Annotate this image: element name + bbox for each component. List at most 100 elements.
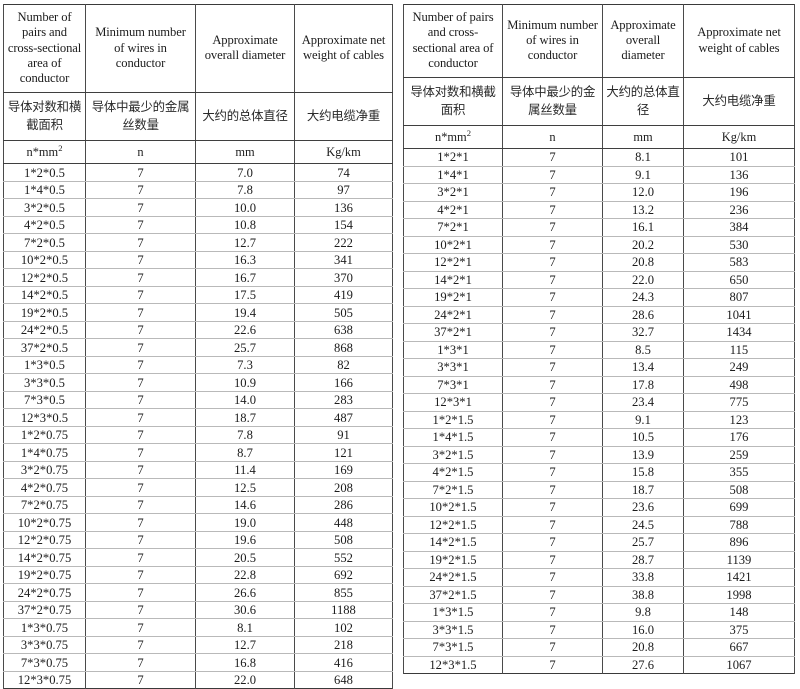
table-cell: 37*2*1 bbox=[403, 323, 503, 342]
table-cell: 12*2*0.5 bbox=[3, 268, 86, 287]
table-row: 24*2*0.5 7 22.6 638 bbox=[3, 320, 393, 340]
table-cell: 25.7 bbox=[195, 338, 295, 357]
table-cell: 7 bbox=[85, 233, 196, 252]
table-cell: 419 bbox=[294, 285, 393, 305]
table-cell: 24*2*1.5 bbox=[403, 568, 503, 587]
table-cell: 7 bbox=[85, 478, 196, 497]
table-cell: 14*2*1.5 bbox=[403, 533, 503, 552]
table-cell: 7 bbox=[85, 460, 196, 480]
table-row: 1*4*1 7 9.1 136 bbox=[403, 165, 795, 185]
table-cell: 583 bbox=[683, 253, 795, 272]
cable-specification-table-right: Number of pairs and cross-sectional area… bbox=[403, 4, 795, 675]
table-cell: 667 bbox=[683, 638, 795, 657]
table-cell: 12.5 bbox=[195, 478, 295, 497]
table-cell: 218 bbox=[294, 635, 393, 655]
table-cell: 699 bbox=[683, 498, 795, 517]
table-row: 10*2*0.75 7 19.0 448 bbox=[3, 513, 393, 532]
column-unit-0: n*mm2 bbox=[3, 140, 86, 165]
table-row: 19*2*1.5 7 28.7 1139 bbox=[403, 550, 795, 570]
table-cell: 1188 bbox=[294, 600, 393, 620]
table-cell: 12*3*1 bbox=[403, 393, 503, 412]
table-cell: 1*2*0.75 bbox=[3, 425, 86, 445]
table-cell: 7 bbox=[502, 323, 603, 342]
table-cell: 384 bbox=[683, 218, 795, 237]
table-row: 1*3*1.5 7 9.8 148 bbox=[403, 603, 795, 622]
document-sheet: Number of pairs and cross-sectional area… bbox=[0, 0, 800, 689]
table-cell: 17.5 bbox=[195, 285, 295, 305]
table-cell: 14.0 bbox=[195, 390, 295, 410]
table-row: 1*2*0.75 7 7.8 91 bbox=[3, 425, 393, 445]
table-cell: 7*3*1.5 bbox=[403, 638, 503, 657]
table-cell: 12*2*1 bbox=[403, 253, 503, 272]
table-row: 3*2*1.5 7 13.9 259 bbox=[403, 445, 795, 465]
table-cell: 18.7 bbox=[602, 480, 684, 500]
table-cell: 7 bbox=[85, 180, 196, 200]
table-cell: 7 bbox=[502, 655, 603, 674]
table-row: 1*4*1.5 7 10.5 176 bbox=[403, 428, 795, 447]
table-cell: 1*2*0.5 bbox=[3, 163, 86, 182]
column-header-en-2: Approximate overall diameter bbox=[602, 4, 684, 79]
header-row-units: n*mm2 n mm Kg/km bbox=[403, 125, 795, 150]
table-row: 10*2*1.5 7 23.6 699 bbox=[403, 498, 795, 517]
table-cell: 37*2*1.5 bbox=[403, 585, 503, 605]
table-cell: 27.6 bbox=[602, 655, 684, 674]
table-cell: 7*2*0.75 bbox=[3, 495, 86, 515]
table-cell: 28.6 bbox=[602, 305, 684, 325]
table-cell: 102 bbox=[294, 618, 393, 637]
table-row: 37*2*1 7 32.7 1434 bbox=[403, 323, 795, 342]
table-row: 24*2*1.5 7 33.8 1421 bbox=[403, 568, 795, 587]
table-cell: 7 bbox=[502, 550, 603, 570]
column-unit-text-0: n*mm bbox=[26, 144, 59, 159]
table-row: 1*3*0.5 7 7.3 82 bbox=[3, 355, 393, 375]
table-cell: 38.8 bbox=[602, 585, 684, 605]
table-cell: 13.4 bbox=[602, 358, 684, 377]
table-cell: 82 bbox=[294, 355, 393, 375]
table-cell: 1*3*1 bbox=[403, 340, 503, 360]
table-cell: 7 bbox=[502, 463, 603, 482]
table-cell: 15.8 bbox=[602, 463, 684, 482]
table-cell: 16.8 bbox=[195, 653, 295, 672]
table-cell: 868 bbox=[294, 338, 393, 357]
table-cell: 16.0 bbox=[602, 620, 684, 640]
table-cell: 10*2*1 bbox=[403, 235, 503, 255]
column-header-cn-0: 导体对数和横截面积 bbox=[3, 92, 86, 142]
table-row: 14*2*1.5 7 25.7 896 bbox=[403, 533, 795, 552]
column-header-en-2: Approximate overall diameter bbox=[195, 4, 295, 94]
table-cell: 13.9 bbox=[602, 445, 684, 465]
column-header-en-3: Approximate net weight of cables bbox=[294, 4, 393, 94]
table-cell: 222 bbox=[294, 233, 393, 252]
table-cell: 1*3*0.75 bbox=[3, 618, 86, 637]
table-cell: 10.8 bbox=[195, 215, 295, 235]
table-cell: 8.1 bbox=[195, 618, 295, 637]
table-cell: 91 bbox=[294, 425, 393, 445]
table-cell: 7 bbox=[502, 375, 603, 395]
table-cell: 8.7 bbox=[195, 443, 295, 462]
table-cell: 14*2*0.75 bbox=[3, 548, 86, 567]
table-cell: 7 bbox=[502, 585, 603, 605]
table-cell: 37*2*0.75 bbox=[3, 600, 86, 620]
table-cell: 1*4*1 bbox=[403, 165, 503, 185]
table-cell: 7.8 bbox=[195, 180, 295, 200]
table-cell: 18.7 bbox=[195, 408, 295, 427]
table-cell: 508 bbox=[294, 530, 393, 550]
column-header-en-3: Approximate net weight of cables bbox=[683, 4, 795, 79]
table-cell: 24.5 bbox=[602, 515, 684, 535]
table-row: 14*2*1 7 22.0 650 bbox=[403, 270, 795, 290]
table-cell: 370 bbox=[294, 268, 393, 287]
table-cell: 7 bbox=[85, 670, 196, 689]
table-cell: 9.1 bbox=[602, 410, 684, 430]
table-cell: 169 bbox=[294, 460, 393, 480]
table-cell: 14*2*0.5 bbox=[3, 285, 86, 305]
table-cell: 7*2*0.5 bbox=[3, 233, 86, 252]
table-cell: 448 bbox=[294, 513, 393, 532]
table-cell: 32.7 bbox=[602, 323, 684, 342]
cable-table-left-wrapper: Number of pairs and cross-sectional area… bbox=[3, 4, 393, 689]
table-cell: 4*2*0.75 bbox=[3, 478, 86, 497]
table-cell: 7 bbox=[85, 268, 196, 287]
column-header-cn-3: 大约电缆净重 bbox=[683, 77, 795, 127]
table-row: 12*3*1 7 23.4 775 bbox=[403, 393, 795, 412]
table-cell: 498 bbox=[683, 375, 795, 395]
table-cell: 7.8 bbox=[195, 425, 295, 445]
table-cell: 19*2*0.75 bbox=[3, 565, 86, 585]
table-row: 1*3*0.75 7 8.1 102 bbox=[3, 618, 393, 637]
